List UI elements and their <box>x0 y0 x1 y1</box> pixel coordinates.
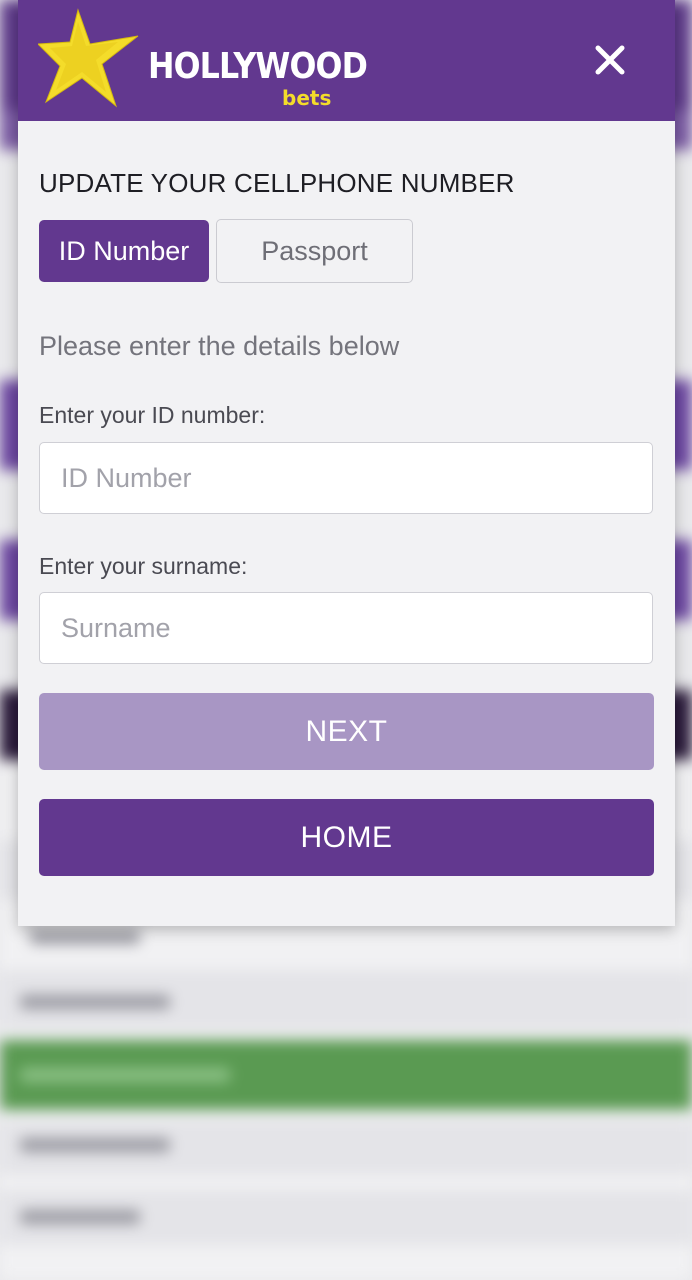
update-cellphone-modal: HOLLYWOOD bets UPDATE YOUR CELLPHONE NUM… <box>18 0 675 926</box>
id-number-input[interactable] <box>39 442 653 514</box>
surname-input[interactable] <box>39 592 653 664</box>
id-number-label: Enter your ID number: <box>39 402 266 428</box>
next-button[interactable]: NEXT <box>39 693 654 770</box>
logo-wordmark: HOLLYWOOD <box>148 46 368 87</box>
close-button[interactable] <box>588 38 632 82</box>
surname-label: Enter your surname: <box>39 553 248 579</box>
tab-passport[interactable]: Passport <box>216 219 413 283</box>
modal-header: HOLLYWOOD bets <box>18 0 675 121</box>
logo-subtext: bets <box>282 86 332 110</box>
tab-id-number[interactable]: ID Number <box>39 220 209 282</box>
close-icon <box>595 45 625 75</box>
modal-title: UPDATE YOUR CELLPHONE NUMBER <box>39 168 515 198</box>
home-button[interactable]: HOME <box>39 799 654 876</box>
hollywood-bets-logo: HOLLYWOOD bets <box>38 6 368 110</box>
instructions-text: Please enter the details below <box>39 331 400 361</box>
